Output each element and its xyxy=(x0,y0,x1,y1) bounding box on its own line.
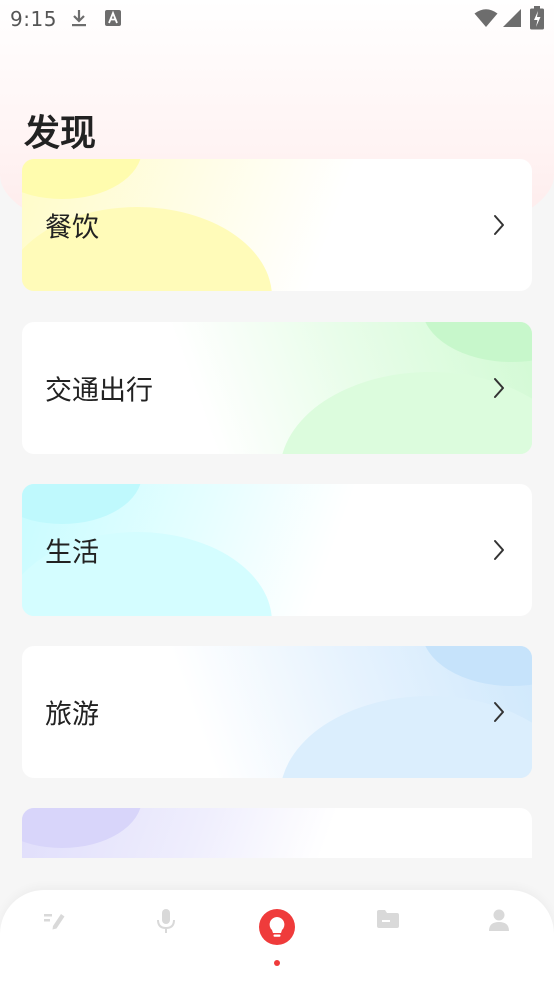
signal-icon xyxy=(502,8,522,32)
category-card-dining[interactable]: 餐饮 xyxy=(22,159,532,291)
category-label: 餐饮 xyxy=(45,212,99,244)
battery-charging-icon xyxy=(530,6,544,34)
tab-discover[interactable] xyxy=(247,908,307,968)
download-icon xyxy=(70,8,88,32)
status-bar: 9:15 xyxy=(0,0,554,38)
microphone-icon xyxy=(155,908,177,934)
category-label: 旅游 xyxy=(45,699,99,731)
category-card-life[interactable]: 生活 xyxy=(22,484,532,616)
page-title: 发现 xyxy=(24,113,97,155)
tab-notes[interactable] xyxy=(25,908,85,968)
folder-icon xyxy=(376,908,400,930)
card-decoration xyxy=(422,322,532,362)
chevron-right-icon xyxy=(492,213,506,237)
category-label: 生活 xyxy=(45,537,99,569)
category-card-transport[interactable]: 交通出行 xyxy=(22,322,532,454)
pen-icon xyxy=(42,908,68,932)
category-label: 交通出行 xyxy=(45,375,153,407)
card-decoration xyxy=(22,808,142,848)
card-decoration xyxy=(22,159,142,199)
status-time: 9:15 xyxy=(10,7,57,31)
chevron-right-icon xyxy=(492,700,506,724)
tab-files[interactable] xyxy=(358,908,418,968)
a-letter-icon xyxy=(104,8,122,32)
active-tab-indicator xyxy=(274,960,280,966)
card-decoration xyxy=(22,484,142,524)
person-icon xyxy=(488,908,510,932)
category-card-partial[interactable] xyxy=(22,808,532,858)
chevron-right-icon xyxy=(492,538,506,562)
card-decoration xyxy=(422,646,532,686)
wifi-icon xyxy=(474,8,498,32)
tab-profile[interactable] xyxy=(469,908,529,968)
bottom-tab-bar xyxy=(0,890,554,984)
category-card-travel[interactable]: 旅游 xyxy=(22,646,532,778)
chevron-right-icon xyxy=(492,376,506,400)
lightbulb-icon xyxy=(258,908,296,946)
tab-voice[interactable] xyxy=(136,908,196,968)
